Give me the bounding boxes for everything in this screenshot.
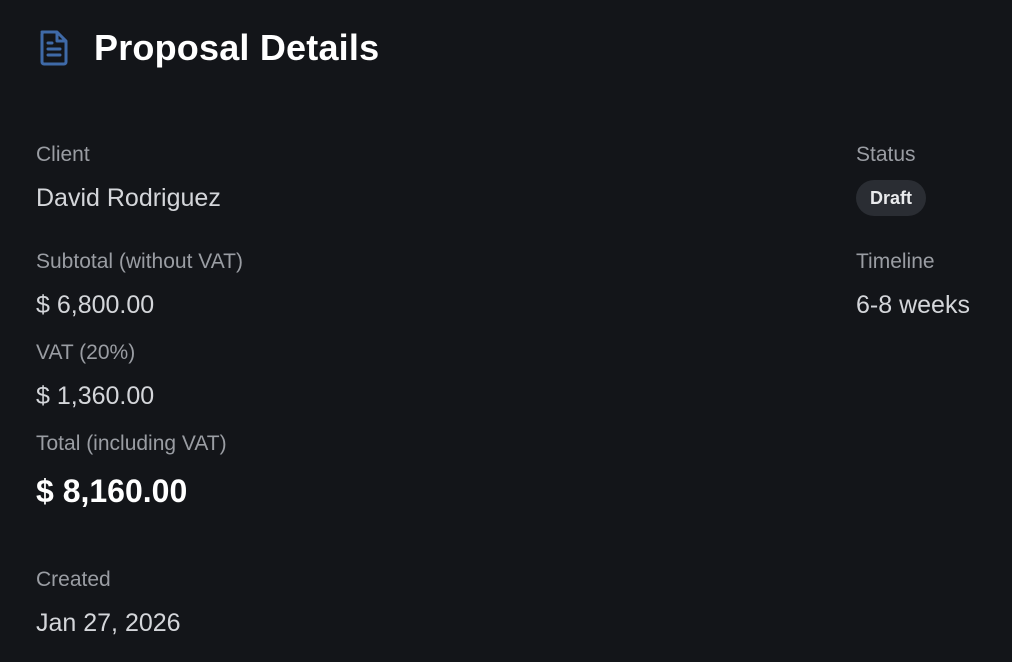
panel-header: Proposal Details xyxy=(36,26,379,70)
vat-label: VAT (20%) xyxy=(36,341,136,364)
document-icon xyxy=(36,28,72,68)
total-label: Total (including VAT) xyxy=(36,432,227,455)
timeline-label: Timeline xyxy=(856,250,935,273)
status-label: Status xyxy=(856,143,916,166)
client-field: Client David Rodriguez xyxy=(36,142,221,213)
vat-value: $ 1,360.00 xyxy=(36,382,155,410)
total-field: Total (including VAT) $ 8,160.00 xyxy=(36,431,227,509)
status-field: Status Draft xyxy=(856,142,927,216)
proposal-details-panel: Proposal Details Client David Rodriguez … xyxy=(0,0,1012,662)
status-badge: Draft xyxy=(856,180,927,216)
client-value: David Rodriguez xyxy=(36,184,221,212)
timeline-value: 6-8 weeks xyxy=(856,291,970,319)
total-value: $ 8,160.00 xyxy=(36,473,188,509)
vat-field: VAT (20%) $ 1,360.00 xyxy=(36,340,154,411)
subtotal-value: $ 6,800.00 xyxy=(36,291,155,319)
client-label: Client xyxy=(36,143,90,166)
page-title: Proposal Details xyxy=(94,27,380,68)
subtotal-label: Subtotal (without VAT) xyxy=(36,250,243,273)
created-label: Created xyxy=(36,568,111,591)
created-field: Created Jan 27, 2026 xyxy=(36,567,181,638)
created-value: Jan 27, 2026 xyxy=(36,609,181,637)
timeline-field: Timeline 6-8 weeks xyxy=(856,249,970,320)
subtotal-field: Subtotal (without VAT) $ 6,800.00 xyxy=(36,249,243,320)
